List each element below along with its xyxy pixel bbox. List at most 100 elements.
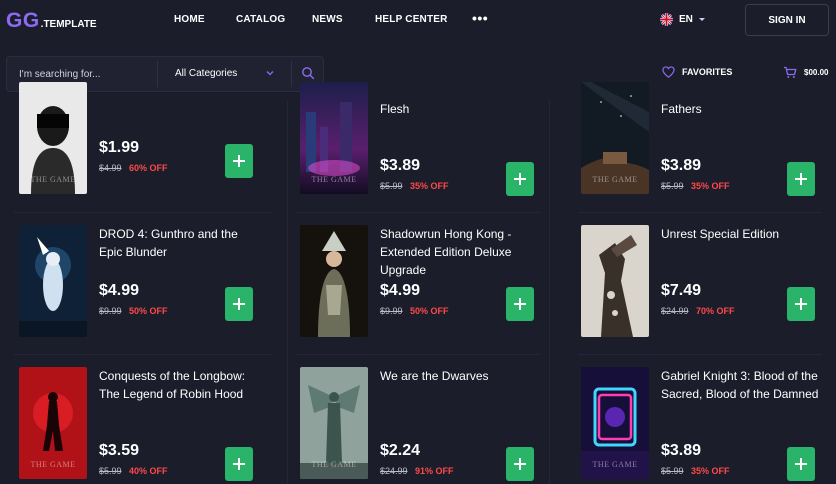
- product-card[interactable]: Unrest Special Edition $7.49 $24.99 70% …: [581, 225, 836, 365]
- product-price: $2.24: [380, 442, 421, 459]
- cover-caption: THE GAME: [311, 175, 357, 184]
- game-cover-image[interactable]: THE GAME: [300, 367, 368, 479]
- discount-badge: 50% OFF: [410, 306, 449, 316]
- product-price: $1.99: [99, 139, 140, 156]
- product-card[interactable]: DROD 4: Gunthro and the Epic Blunder $4.…: [19, 225, 287, 365]
- add-to-cart-button[interactable]: [787, 287, 815, 321]
- add-to-cart-button[interactable]: [225, 447, 253, 481]
- cover-caption: THE GAME: [592, 175, 638, 184]
- plus-icon: [519, 173, 521, 185]
- product-old-price: $4.99: [99, 163, 122, 173]
- plus-icon: [800, 173, 802, 185]
- discount-badge: 35% OFF: [691, 466, 730, 476]
- top-header: GG .TEMPLATE HOME CATALOG NEWS HELP CENT…: [0, 0, 836, 40]
- site-logo[interactable]: GG .TEMPLATE: [6, 9, 97, 33]
- nav-more-button[interactable]: •••: [472, 10, 488, 26]
- discount-badge: 35% OFF: [691, 181, 730, 191]
- cover-caption: THE GAME: [592, 460, 638, 469]
- product-price: $4.99: [380, 282, 421, 299]
- plus-icon: [800, 298, 802, 310]
- product-old-price: $5.99: [380, 181, 403, 191]
- product-title[interactable]: DROD 4: Gunthro and the Epic Blunder: [99, 225, 259, 261]
- game-cover-image[interactable]: THE GAME: [581, 367, 649, 479]
- cart-icon: [784, 66, 797, 78]
- add-to-cart-button[interactable]: [787, 162, 815, 196]
- product-price: $3.89: [661, 442, 702, 459]
- nav-news[interactable]: NEWS: [312, 14, 343, 25]
- product-card[interactable]: THE GAME Flesh $3.89 $5.99 35% OFF: [300, 82, 568, 240]
- plus-icon: [238, 155, 240, 167]
- logo-main-text: GG: [6, 9, 40, 32]
- product-price: $7.49: [661, 282, 702, 299]
- plus-icon: [800, 458, 802, 470]
- product-old-price: $5.99: [99, 466, 122, 476]
- column-divider: [287, 100, 288, 484]
- product-card[interactable]: Shadowrun Hong Kong - Extended Edition D…: [300, 225, 568, 365]
- product-price: $3.89: [380, 157, 421, 174]
- chevron-down-icon: [698, 18, 705, 21]
- game-cover-image[interactable]: [300, 225, 368, 337]
- language-label: EN: [679, 14, 693, 25]
- game-cover-image[interactable]: THE GAME: [300, 82, 368, 194]
- product-card[interactable]: THE GAME Fathers $3.89 $5.99 35% OFF: [581, 82, 836, 240]
- sign-in-button[interactable]: SIGN IN: [745, 4, 829, 36]
- product-old-price: $9.99: [380, 306, 403, 316]
- discount-badge: 60% OFF: [129, 163, 168, 173]
- product-old-price: $24.99: [661, 306, 689, 316]
- product-card[interactable]: THE GAME Gabriel Knight 3: Blood of the …: [581, 367, 836, 484]
- nav-home[interactable]: HOME: [174, 14, 205, 25]
- nav-help-center[interactable]: HELP CENTER: [375, 14, 448, 25]
- product-card[interactable]: THE GAME Conquests of the Longbow: The L…: [19, 367, 287, 484]
- discount-badge: 35% OFF: [410, 181, 449, 191]
- product-title[interactable]: Flesh: [380, 100, 540, 118]
- logo-sub-text: .TEMPLATE: [40, 19, 97, 30]
- game-cover-image[interactable]: [19, 225, 87, 337]
- language-selector[interactable]: EN: [660, 13, 705, 26]
- cover-caption: THE GAME: [30, 460, 76, 469]
- add-to-cart-button[interactable]: [225, 287, 253, 321]
- product-price: $3.89: [661, 157, 702, 174]
- discount-badge: 70% OFF: [696, 306, 735, 316]
- product-price: $4.99: [99, 282, 140, 299]
- game-cover-image[interactable]: THE GAME: [581, 82, 649, 194]
- product-old-price: $24.99: [380, 466, 408, 476]
- cover-caption: THE GAME: [30, 175, 76, 184]
- product-title[interactable]: Fathers: [661, 100, 821, 118]
- product-title[interactable]: Gabriel Knight 3: Blood of the Sacred, B…: [661, 367, 821, 403]
- discount-badge: 91% OFF: [415, 466, 454, 476]
- heart-icon: [662, 66, 675, 78]
- product-title[interactable]: Conquests of the Longbow: The Legend of …: [99, 367, 259, 403]
- plus-icon: [519, 298, 521, 310]
- add-to-cart-button[interactable]: [506, 447, 534, 481]
- product-price: $3.59: [99, 442, 140, 459]
- cover-caption: THE GAME: [311, 460, 357, 469]
- favorites-link[interactable]: FAVORITES: [662, 66, 732, 78]
- add-to-cart-button[interactable]: [506, 287, 534, 321]
- chevron-down-icon[interactable]: [265, 68, 275, 78]
- game-cover-image[interactable]: [581, 225, 649, 337]
- favorites-label: FAVORITES: [682, 67, 733, 77]
- product-old-price: $5.99: [661, 466, 684, 476]
- add-to-cart-button[interactable]: [506, 162, 534, 196]
- plus-icon: [519, 458, 521, 470]
- product-title[interactable]: Shadowrun Hong Kong - Extended Edition D…: [380, 225, 540, 279]
- nav-catalog[interactable]: CATALOG: [236, 14, 285, 25]
- cart-button[interactable]: $00.00: [783, 66, 828, 79]
- uk-flag-icon: [660, 13, 673, 26]
- search-divider: [291, 61, 292, 87]
- add-to-cart-button[interactable]: [787, 447, 815, 481]
- product-title[interactable]: Unrest Special Edition: [661, 225, 821, 243]
- plus-icon: [238, 458, 240, 470]
- cart-total: $00.00: [804, 68, 829, 77]
- discount-badge: 50% OFF: [129, 306, 168, 316]
- game-cover-image[interactable]: THE GAME: [19, 367, 87, 479]
- search-icon[interactable]: [301, 66, 315, 80]
- product-old-price: $5.99: [661, 181, 684, 191]
- game-cover-image[interactable]: THE GAME: [19, 82, 87, 194]
- product-card[interactable]: THE GAME We are the Dwarves $2.24 $24.99…: [300, 367, 568, 484]
- add-to-cart-button[interactable]: [225, 144, 253, 178]
- category-select[interactable]: All Categories: [175, 68, 237, 79]
- discount-badge: 40% OFF: [129, 466, 168, 476]
- product-card[interactable]: THE GAME $1.99 $4.99 60% OFF: [19, 82, 287, 222]
- product-title[interactable]: We are the Dwarves: [380, 367, 540, 385]
